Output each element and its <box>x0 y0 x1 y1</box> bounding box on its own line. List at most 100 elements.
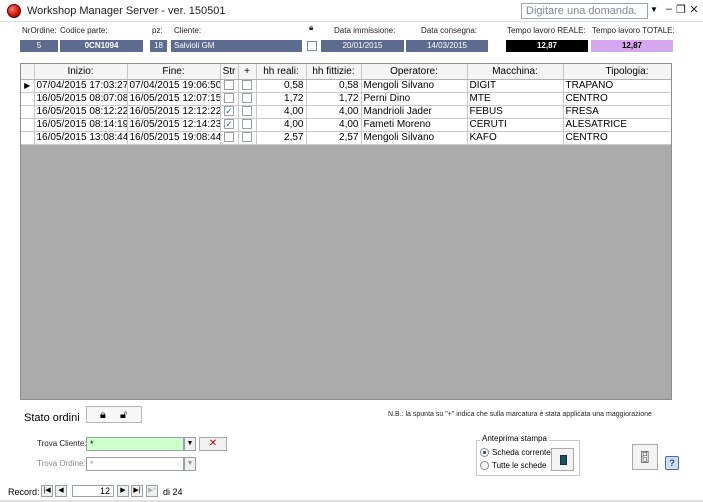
cell-hh-fittizie[interactable]: 1,72 <box>306 92 362 106</box>
checkbox[interactable] <box>242 80 252 91</box>
table-row[interactable]: ▶ 07/04/2015 17:03:27 07/04/2015 19:06:50 0… <box>21 79 671 93</box>
current-record-input[interactable]: 12 <box>72 485 114 497</box>
pz-field[interactable]: 18 <box>150 40 167 52</box>
cell-str[interactable] <box>220 79 239 93</box>
cell-tipologia[interactable]: FRESA <box>563 105 671 119</box>
column-header-fine[interactable]: Fine: <box>127 64 221 80</box>
cell-str[interactable]: ✓ <box>220 105 239 119</box>
cell-inizio[interactable]: 16/05/2015 08:12:22 <box>34 105 128 119</box>
cell-plus[interactable] <box>238 105 257 119</box>
cell-hh-reali[interactable]: 4,00 <box>256 118 307 132</box>
checkbox[interactable] <box>242 93 252 104</box>
cell-hh-fittizie[interactable]: 4,00 <box>306 105 362 119</box>
nr-ordine-field[interactable]: 5 <box>20 40 58 52</box>
chevron-down-icon[interactable]: ▼ <box>650 5 658 14</box>
checkbox[interactable] <box>224 93 234 104</box>
cell-fine[interactable]: 16/05/2015 12:14:23 <box>127 118 221 132</box>
trova-ordine-combo[interactable]: * <box>86 457 184 471</box>
cell-plus[interactable] <box>238 92 257 106</box>
clear-filter-button[interactable]: ✕ <box>199 437 227 451</box>
restore-button[interactable]: ❐ <box>675 3 687 16</box>
cell-operatore[interactable]: Perni Dino <box>361 92 468 106</box>
checkbox[interactable] <box>242 132 252 143</box>
cell-operatore[interactable]: Mengoli Silvano <box>361 79 468 93</box>
table-row[interactable]: 16/05/2015 08:14:19 16/05/2015 12:14:23 ✓ 4… <box>21 118 671 132</box>
cell-hh-fittizie[interactable]: 0,58 <box>306 79 362 93</box>
cell-hh-fittizie[interactable]: 4,00 <box>306 118 362 132</box>
cell-str[interactable] <box>220 131 239 145</box>
radio-tutte-schede[interactable] <box>480 461 489 470</box>
checkbox[interactable] <box>224 132 234 143</box>
row-selector[interactable] <box>21 131 35 145</box>
cell-tipologia[interactable]: CENTRO <box>563 131 671 145</box>
cell-hh-reali[interactable]: 1,72 <box>256 92 307 106</box>
new-record-button[interactable]: ▶* <box>146 485 158 497</box>
cell-str[interactable]: ✓ <box>220 118 239 132</box>
cell-inizio[interactable]: 16/05/2015 08:07:08 <box>34 92 128 106</box>
cell-operatore[interactable]: Mengoli Silvano <box>361 131 468 145</box>
close-button[interactable]: ✕ <box>688 3 700 16</box>
cell-plus[interactable] <box>238 131 257 145</box>
row-selector[interactable] <box>21 105 35 119</box>
cell-fine[interactable]: 16/05/2015 12:07:15 <box>127 92 221 106</box>
cell-hh-reali[interactable]: 0,58 <box>256 79 307 93</box>
exit-button[interactable]: 🚪︎ <box>632 444 658 470</box>
row-selector[interactable]: ▶ <box>21 79 35 93</box>
cell-tipologia[interactable]: ALESATRICE <box>563 118 671 132</box>
cell-fine[interactable]: 16/05/2015 19:08:44 <box>127 131 221 145</box>
cell-inizio[interactable]: 07/04/2015 17:03:27 <box>34 79 128 93</box>
cell-inizio[interactable]: 16/05/2015 08:14:19 <box>34 118 128 132</box>
checkbox[interactable] <box>242 119 252 130</box>
cell-tipologia[interactable]: TRAPANO <box>563 79 671 93</box>
checkbox[interactable] <box>224 80 234 91</box>
lock-closed-icon[interactable]: 🔒︎ <box>100 409 106 422</box>
cell-inizio[interactable]: 16/05/2015 13:08:44 <box>34 131 128 145</box>
last-record-button[interactable]: ▶| <box>131 485 143 497</box>
column-header-tipologia[interactable]: Tipologia: <box>563 64 671 80</box>
cell-macchina[interactable]: KAFO <box>467 131 564 145</box>
table-row[interactable]: 16/05/2015 08:12:22 16/05/2015 12:12:22 ✓ 4… <box>21 105 671 119</box>
column-header-inizio[interactable]: Inizio: <box>34 64 128 80</box>
cell-fine[interactable]: 16/05/2015 12:12:22 <box>127 105 221 119</box>
lock-open-icon[interactable]: 🔓︎ <box>120 409 127 422</box>
cell-hh-reali[interactable]: 4,00 <box>256 105 307 119</box>
checkbox[interactable]: ✓ <box>224 106 234 117</box>
cell-plus[interactable] <box>238 118 257 132</box>
row-selector[interactable] <box>21 118 35 132</box>
table-row[interactable]: 16/05/2015 08:07:08 16/05/2015 12:07:15 1,… <box>21 92 671 106</box>
cell-fine[interactable]: 07/04/2015 19:06:50 <box>127 79 221 93</box>
column-header-str[interactable]: Str <box>220 64 239 80</box>
marcature-grid[interactable]: Inizio: Fine: Str + hh reali: hh fittizi… <box>20 63 672 400</box>
print-preview-button[interactable] <box>551 448 574 471</box>
trova-cliente-combo[interactable]: * <box>86 437 184 451</box>
column-header-hh-reali[interactable]: hh reali: <box>256 64 307 80</box>
stato-ordini-toggle[interactable]: 🔒︎ 🔓︎ <box>86 406 142 423</box>
first-record-button[interactable]: |◀ <box>41 485 53 497</box>
next-record-button[interactable]: ▶ <box>117 485 129 497</box>
trova-ordine-dropdown[interactable]: ▼ <box>184 457 196 471</box>
trova-cliente-dropdown[interactable]: ▼ <box>184 437 196 451</box>
table-row[interactable]: 16/05/2015 13:08:44 16/05/2015 19:08:44 2,… <box>21 131 671 145</box>
cliente-field[interactable]: Salvioli GM <box>171 40 302 52</box>
data-consegna-field[interactable]: 14/03/2015 <box>406 40 488 52</box>
cell-hh-fittizie[interactable]: 2,57 <box>306 131 362 145</box>
help-search-input[interactable]: Digitare una domanda. <box>521 3 648 19</box>
checkbox[interactable]: ✓ <box>224 119 234 130</box>
column-header-plus[interactable]: + <box>238 64 257 80</box>
prev-record-button[interactable]: ◀ <box>55 485 67 497</box>
cell-macchina[interactable]: MTE <box>467 92 564 106</box>
cell-str[interactable] <box>220 92 239 106</box>
data-immissione-field[interactable]: 20/01/2015 <box>321 40 404 52</box>
column-header-macchina[interactable]: Macchina: <box>467 64 564 80</box>
cell-hh-reali[interactable]: 2,57 <box>256 131 307 145</box>
column-header-operatore[interactable]: Operatore: <box>361 64 468 80</box>
codice-parte-field[interactable]: 0CN1094 <box>60 40 143 52</box>
cell-plus[interactable] <box>238 79 257 93</box>
cell-tipologia[interactable]: CENTRO <box>563 92 671 106</box>
cell-operatore[interactable]: Fameti Moreno <box>361 118 468 132</box>
row-selector[interactable] <box>21 92 35 106</box>
minimize-button[interactable]: – <box>663 3 675 15</box>
checkbox[interactable] <box>242 106 252 117</box>
column-header-hh-fittizie[interactable]: hh fittizie: <box>306 64 362 80</box>
lock-checkbox[interactable] <box>307 41 317 51</box>
